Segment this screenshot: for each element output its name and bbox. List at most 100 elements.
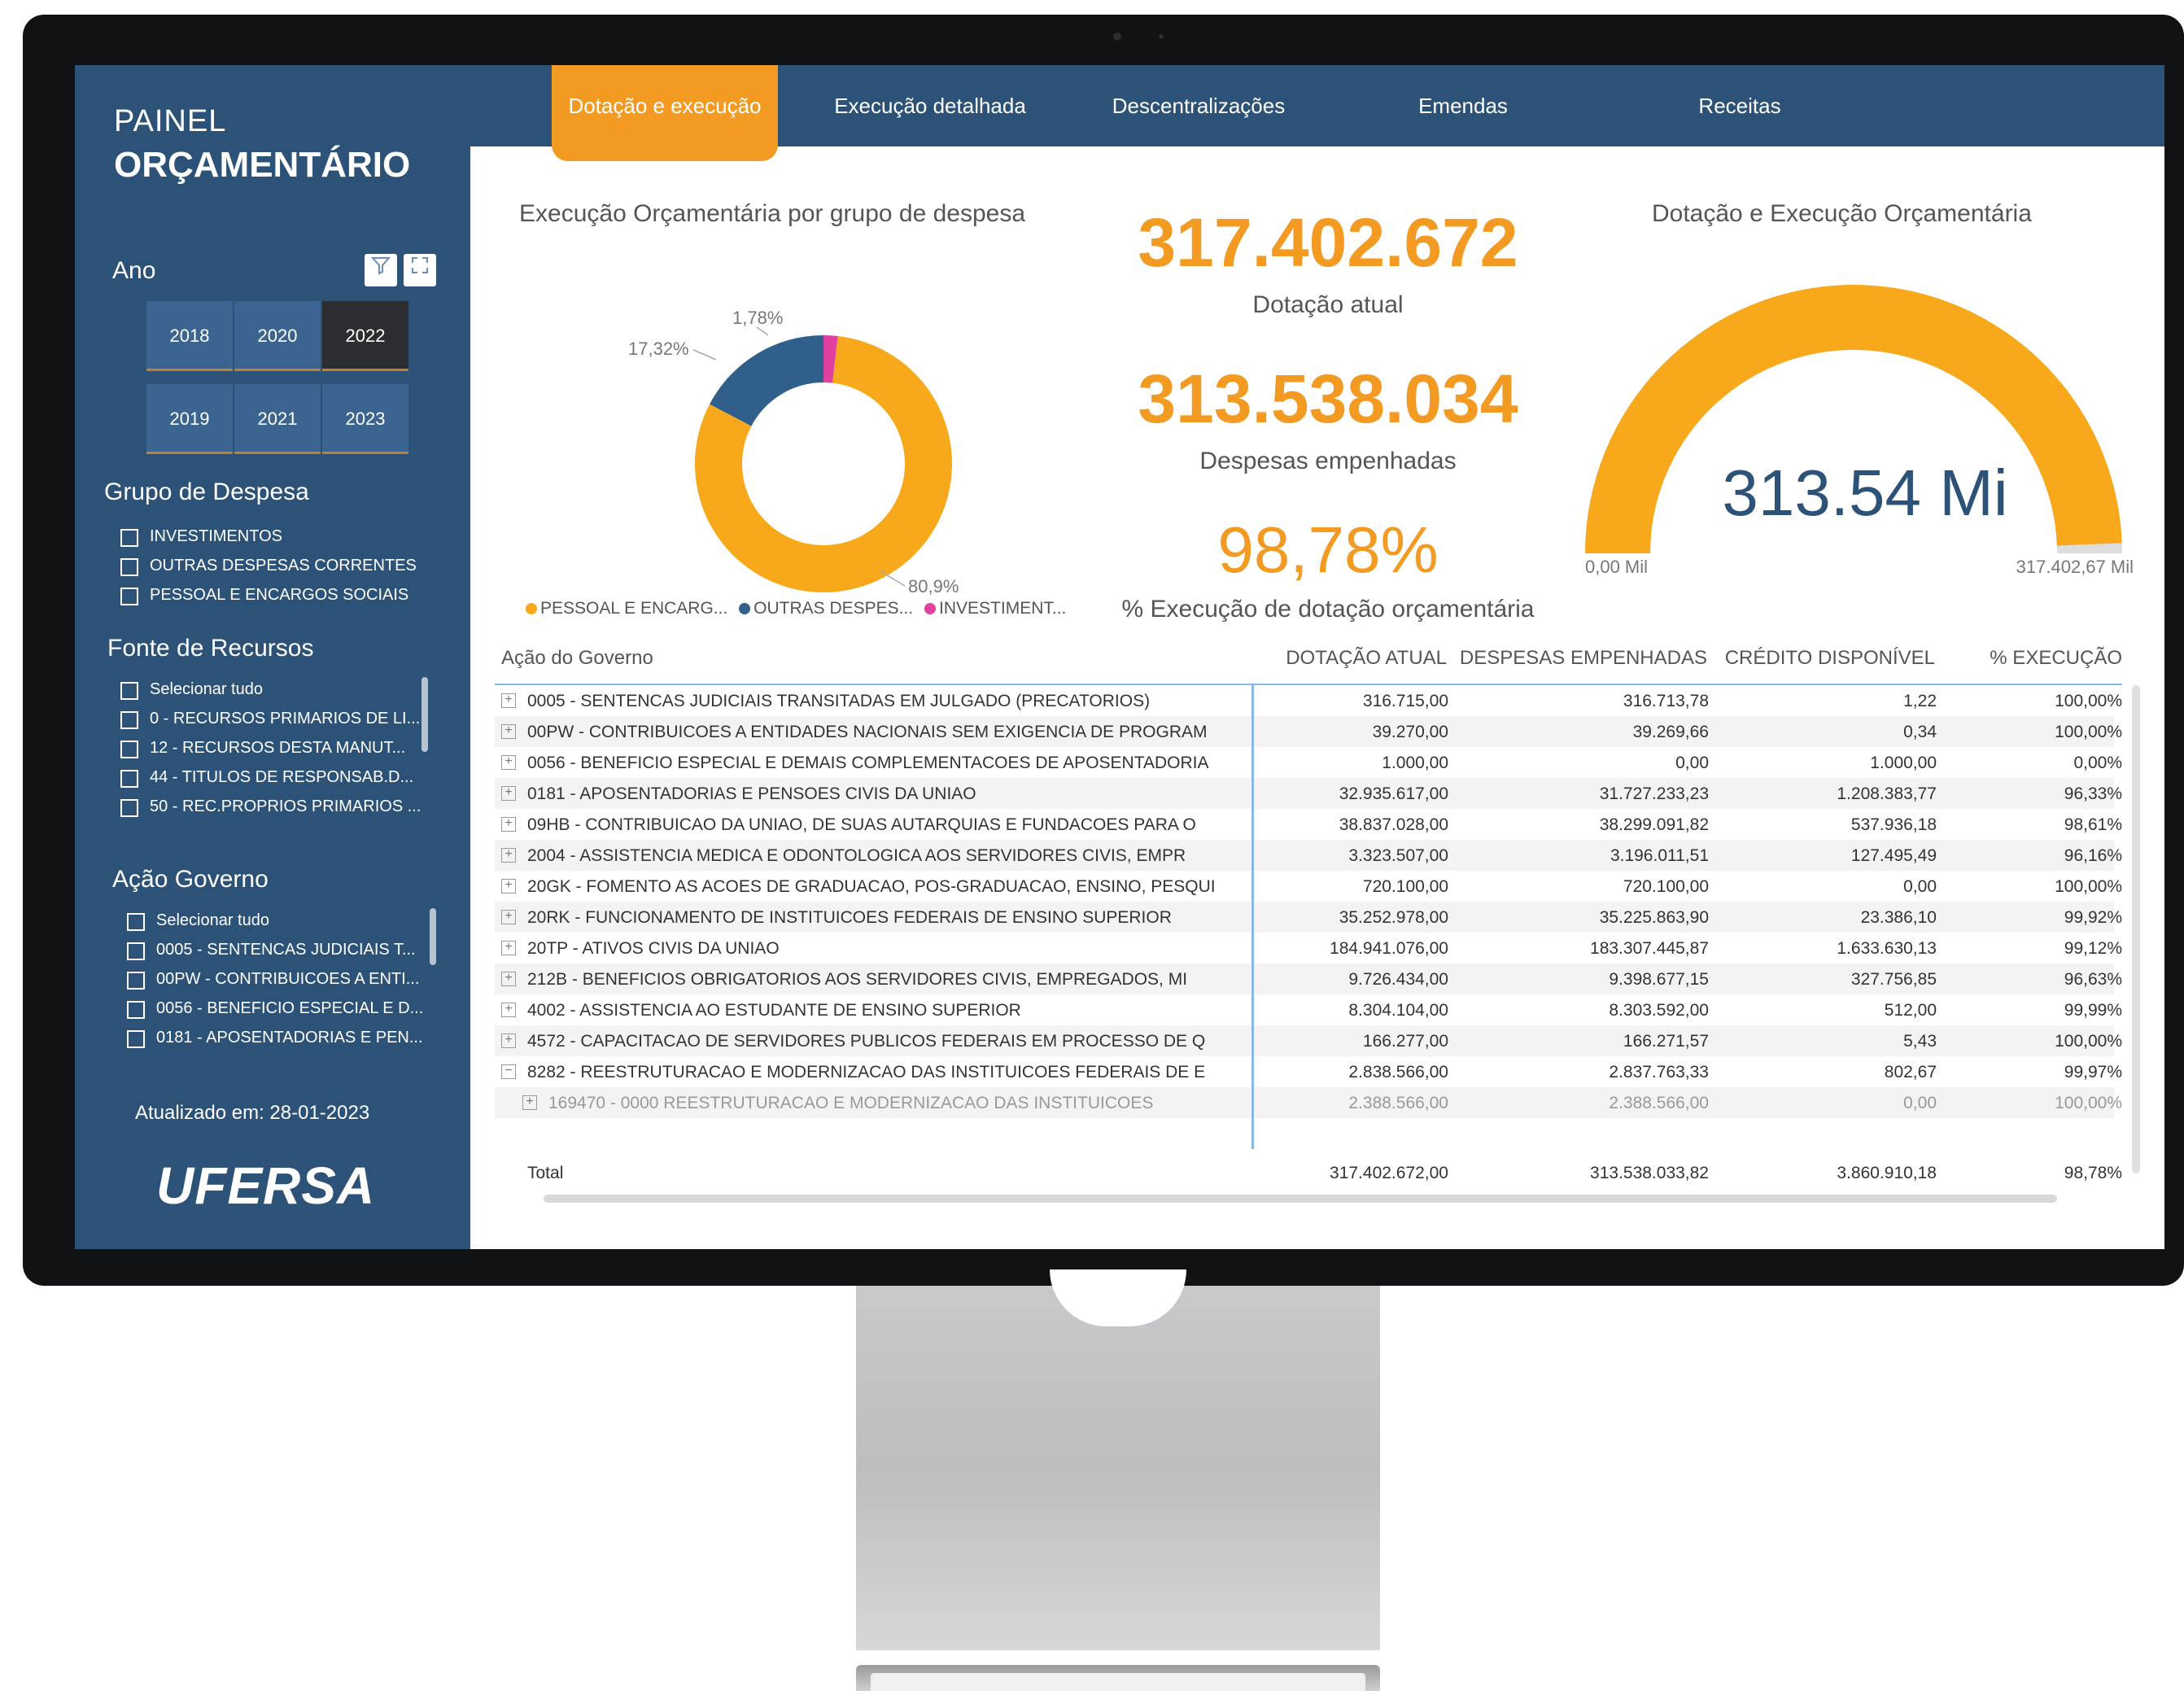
checkbox[interactable] <box>127 1001 145 1019</box>
expand-toggle-icon[interactable]: + <box>522 1095 537 1110</box>
donut-chart[interactable]: 1,78% 17,32% 80,9% <box>563 236 1051 618</box>
checkbox[interactable] <box>120 588 138 605</box>
row-credito: 23.386,10 <box>1860 908 1937 927</box>
table-row[interactable]: +212B - BENEFICIOS OBRIGATORIOS AOS SERV… <box>495 963 2122 994</box>
acao-option[interactable]: 00PW - CONTRIBUICOES A ENTI... <box>127 968 428 996</box>
checkbox[interactable] <box>120 770 138 788</box>
year-button-2022[interactable]: 2022 <box>322 301 408 371</box>
expand-toggle-icon[interactable]: + <box>501 1003 516 1017</box>
year-button-2023[interactable]: 2023 <box>322 384 408 454</box>
row-dotacao: 32.935.617,00 <box>1339 784 1448 803</box>
checkbox[interactable] <box>127 1030 145 1048</box>
expand-toggle-icon[interactable]: + <box>501 848 516 863</box>
row-pct: 96,63% <box>2064 970 2122 989</box>
acao-option[interactable]: Selecionar tudo <box>127 910 428 937</box>
grupo-option[interactable]: OUTRAS DESPESAS CORRENTES <box>120 555 438 583</box>
checkbox[interactable] <box>120 741 138 758</box>
donut-slice-outras[interactable] <box>710 335 823 426</box>
table-row[interactable]: +20GK - FOMENTO AS ACOES DE GRADUACAO, P… <box>495 871 2122 902</box>
gauge-title: Dotação e Execução Orçamentária <box>1652 200 2032 227</box>
legend-item-invest[interactable]: INVESTIMENT... <box>924 599 1066 618</box>
kpi-despesas-value: 313.538.034 <box>1138 360 1518 437</box>
grupo-option[interactable]: PESSOAL E ENCARGOS SOCIAIS <box>120 584 438 612</box>
table-hscrollbar[interactable] <box>544 1195 2057 1203</box>
expand-toggle-icon[interactable]: + <box>501 941 516 955</box>
donut-title: Execução Orçamentária por grupo de despe… <box>519 200 1026 227</box>
expand-toggle-icon[interactable]: + <box>501 879 516 894</box>
acao-option[interactable]: 0005 - SENTENCAS JUDICIAIS T... <box>127 939 428 967</box>
legend-item-pessoal[interactable]: PESSOAL E ENCARG... <box>526 599 727 618</box>
expand-toggle-icon[interactable]: + <box>501 693 516 708</box>
checkbox[interactable] <box>120 682 138 700</box>
row-credito: 1,22 <box>1903 692 1937 710</box>
table-row[interactable]: +0005 - SENTENCAS JUDICIAIS TRANSITADAS … <box>495 685 2122 716</box>
row-label: 169470 - 0000 REESTRUTURACAO E MODERNIZA… <box>548 1094 1154 1112</box>
expand-toggle-icon[interactable]: + <box>501 724 516 739</box>
tab-emendas[interactable]: Emendas <box>1374 65 1553 146</box>
row-despesas: 35.225.863,90 <box>1599 908 1709 927</box>
col-despesas-empenhadas[interactable]: DESPESAS EMPENHADAS <box>1455 641 1707 675</box>
col-pct-execucao[interactable]: % EXECUÇÃO <box>1943 641 2122 675</box>
checkbox[interactable] <box>120 711 138 729</box>
table-row[interactable]: +20TP - ATIVOS CIVIS DA UNIAO 184.941.076… <box>495 933 2122 963</box>
expand-toggle-icon[interactable]: + <box>501 786 516 801</box>
table-row[interactable]: +2004 - ASSISTENCIA MEDICA E ODONTOLOGIC… <box>495 840 2122 871</box>
tab-descentralizacoes[interactable]: Descentralizações <box>1089 65 1308 146</box>
row-despesas: 166.271,57 <box>1623 1032 1709 1051</box>
checkbox[interactable] <box>127 972 145 990</box>
col-dotacao-atual[interactable]: DOTAÇÃO ATUAL <box>1260 641 1447 675</box>
table-row[interactable]: +169470 - 0000 REESTRUTURACAO E MODERNIZ… <box>495 1087 2122 1118</box>
table-row[interactable]: −8282 - REESTRUTURACAO E MODERNIZACAO DA… <box>495 1056 2122 1087</box>
tab-dotacao-execucao[interactable]: Dotação e execução <box>552 65 778 161</box>
grupo-option[interactable]: INVESTIMENTOS <box>120 526 438 553</box>
expand-toggle-icon[interactable]: + <box>501 972 516 986</box>
fonte-option[interactable]: 0 - RECURSOS PRIMARIOS DE LI... <box>120 708 422 736</box>
checkbox[interactable] <box>120 529 138 547</box>
table-vscrollbar[interactable] <box>2132 685 2140 1173</box>
legend-item-outras[interactable]: OUTRAS DESPES... <box>739 599 913 618</box>
expand-toggle-icon[interactable]: + <box>501 755 516 770</box>
acao-scrollbar[interactable] <box>430 908 436 965</box>
acao-table: Ação do Governo DOTAÇÃO ATUAL DESPESAS E… <box>495 641 2147 1203</box>
fonte-option[interactable]: 12 - RECURSOS DESTA MANUT... <box>120 737 422 765</box>
acao-option[interactable]: 0181 - APOSENTADORIAS E PEN... <box>127 1027 428 1055</box>
expand-toggle-icon[interactable]: + <box>501 910 516 924</box>
table-row[interactable]: +4572 - CAPACITACAO DE SERVIDORES PUBLIC… <box>495 1025 2122 1056</box>
slice-label-invest: 1,78% <box>732 308 783 328</box>
table-row[interactable]: +09HB - CONTRIBUICAO DA UNIAO, DE SUAS A… <box>495 809 2122 840</box>
legend-dot-outras <box>739 603 751 615</box>
col-credito-disponivel[interactable]: CRÉDITO DISPONÍVEL <box>1715 641 1935 675</box>
checkbox[interactable] <box>120 558 138 576</box>
row-pct: 100,00% <box>2055 1094 2122 1112</box>
year-button-2019[interactable]: 2019 <box>146 384 233 454</box>
expand-toggle-icon[interactable]: + <box>501 1033 516 1048</box>
acao-option[interactable]: 0056 - BENEFICIO ESPECIAL E D... <box>127 998 428 1025</box>
expand-toggle-icon[interactable]: − <box>501 1064 516 1079</box>
monitor-bezel: PAINEL ORÇAMENTÁRIO Ano 2018 2020 2022 2019… <box>23 15 2184 1286</box>
sensor-icon <box>1159 34 1164 39</box>
col-acao-governo[interactable]: Ação do Governo <box>501 641 653 675</box>
table-row[interactable]: +4002 - ASSISTENCIA AO ESTUDANTE DE ENSI… <box>495 994 2122 1025</box>
table-row[interactable]: +0056 - BENEFICIO ESPECIAL E DEMAIS COMP… <box>495 747 2122 778</box>
checkbox[interactable] <box>127 913 145 931</box>
year-button-2020[interactable]: 2020 <box>234 301 321 371</box>
table-row[interactable]: +20RK - FUNCIONAMENTO DE INSTITUICOES FE… <box>495 902 2122 933</box>
fonte-option[interactable]: 44 - TITULOS DE RESPONSAB.D... <box>120 767 422 794</box>
expand-icon[interactable] <box>404 254 436 286</box>
filter-icon[interactable] <box>365 254 397 286</box>
fonte-scrollbar[interactable] <box>422 677 428 752</box>
table-row[interactable]: +00PW - CONTRIBUICOES A ENTIDADES NACION… <box>495 716 2122 747</box>
row-pct: 99,92% <box>2064 908 2122 927</box>
acao-option-label: 0056 - BENEFICIO ESPECIAL E D... <box>156 999 424 1017</box>
expand-toggle-icon[interactable]: + <box>501 817 516 832</box>
year-button-2021[interactable]: 2021 <box>234 384 321 454</box>
year-button-2018[interactable]: 2018 <box>146 301 233 371</box>
row-despesas: 183.307.445,87 <box>1590 939 1709 958</box>
fonte-option[interactable]: Selecionar tudo <box>120 679 422 706</box>
checkbox[interactable] <box>127 942 145 960</box>
tab-receitas[interactable]: Receitas <box>1650 65 1829 146</box>
checkbox[interactable] <box>120 799 138 817</box>
tab-execucao-detalhada[interactable]: Execução detalhada <box>820 65 1040 146</box>
fonte-option[interactable]: 50 - REC.PROPRIOS PRIMARIOS ... <box>120 796 422 824</box>
table-row[interactable]: +0181 - APOSENTADORIAS E PENSOES CIVIS D… <box>495 778 2122 809</box>
